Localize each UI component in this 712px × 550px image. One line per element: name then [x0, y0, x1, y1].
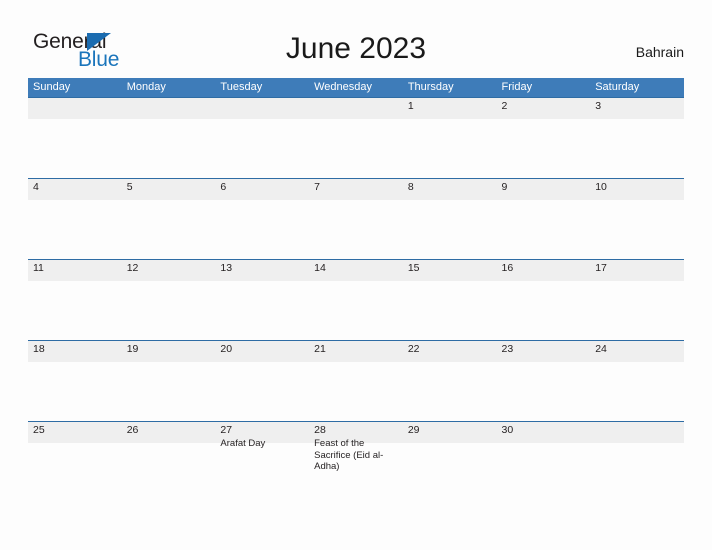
day-number: 26 — [126, 424, 139, 436]
calendar-grid: Sunday Monday Tuesday Wednesday Thursday… — [28, 78, 684, 507]
day-cell[interactable]: 24 — [590, 341, 684, 421]
day-number: 30 — [501, 424, 514, 436]
day-number: 16 — [501, 262, 514, 274]
day-number: 25 — [33, 424, 45, 436]
day-cell[interactable]: 6 — [215, 179, 309, 259]
day-number: 8 — [407, 181, 414, 193]
day-cell[interactable]: 28 Feast of the Sacrifice (Eid al-Adha) — [309, 422, 403, 507]
calendar-page: General Blue June 2023 Bahrain Sunday Mo… — [0, 0, 712, 550]
day-number — [220, 100, 305, 113]
day-number: 18 — [33, 343, 45, 355]
day-number: 11 — [33, 262, 44, 274]
day-number: 17 — [595, 262, 607, 274]
day-cell[interactable]: 11 — [28, 260, 122, 340]
day-cell[interactable]: 10 — [590, 179, 684, 259]
day-number — [314, 100, 399, 113]
day-number: 14 — [314, 262, 326, 274]
day-cell[interactable] — [122, 98, 216, 178]
weekday-header-saturday: Saturday — [595, 81, 640, 93]
day-number: 21 — [314, 343, 326, 355]
day-cell[interactable]: 25 — [28, 422, 122, 507]
day-cell[interactable]: 9 — [497, 179, 591, 259]
day-cell[interactable]: 22 — [403, 341, 497, 421]
day-number: 27 — [220, 424, 233, 436]
country-label: Bahrain — [635, 44, 684, 60]
day-event: Arafat Day — [220, 438, 266, 449]
day-number: 9 — [501, 181, 508, 193]
weekday-header-thursday: Thursday — [407, 81, 454, 93]
day-number — [595, 424, 680, 437]
day-cell[interactable]: 8 — [403, 179, 497, 259]
day-number: 24 — [595, 343, 607, 355]
day-number: 20 — [220, 343, 233, 355]
day-cell[interactable] — [590, 422, 684, 507]
day-number: 3 — [595, 100, 602, 112]
day-cell[interactable]: 7 — [309, 179, 403, 259]
day-number: 5 — [126, 181, 133, 193]
calendar-week-row: 4 5 6 7 8 9 10 — [28, 178, 684, 259]
page-title: June 2023 — [285, 32, 427, 65]
day-number: 23 — [501, 343, 514, 355]
day-cell[interactable]: 20 — [215, 341, 309, 421]
day-cell[interactable]: 16 — [497, 260, 591, 340]
day-cell[interactable]: 12 — [122, 260, 216, 340]
day-cell[interactable]: 21 — [309, 341, 403, 421]
day-number: 28 — [314, 424, 326, 436]
day-cell[interactable]: 3 — [590, 98, 684, 178]
day-number: 7 — [314, 181, 320, 193]
day-cell[interactable] — [28, 98, 122, 178]
day-number: 1 — [407, 100, 414, 112]
day-number: 4 — [33, 181, 39, 193]
day-cell[interactable]: 18 — [28, 341, 122, 421]
day-cell[interactable]: 19 — [122, 341, 216, 421]
day-cell[interactable]: 1 — [403, 98, 497, 178]
day-cell[interactable] — [215, 98, 309, 178]
day-cell[interactable]: 13 — [215, 260, 309, 340]
day-event: Feast of the Sacrifice (Eid al-Adha) — [314, 438, 384, 472]
day-number: 13 — [220, 262, 233, 274]
day-cell[interactable]: 5 — [122, 179, 216, 259]
day-number — [33, 100, 118, 113]
day-cell[interactable]: 30 — [497, 422, 591, 507]
calendar-week-row: 1 2 3 — [28, 97, 684, 178]
day-cell[interactable]: 17 — [590, 260, 684, 340]
day-number: 12 — [126, 262, 139, 274]
day-number — [127, 100, 212, 113]
day-number: 19 — [126, 343, 139, 355]
day-cell[interactable]: 27 Arafat Day — [215, 422, 309, 507]
day-number: 10 — [595, 181, 607, 193]
weekday-header-sunday: Sunday — [33, 81, 71, 93]
day-number: 29 — [407, 424, 420, 436]
weekday-header-tuesday: Tuesday — [220, 81, 263, 93]
day-cell[interactable]: 4 — [28, 179, 122, 259]
day-cell[interactable] — [309, 98, 403, 178]
day-cell[interactable]: 14 — [309, 260, 403, 340]
day-cell[interactable]: 15 — [403, 260, 497, 340]
day-cell[interactable]: 26 — [122, 422, 216, 507]
calendar-week-row: 11 12 13 14 15 16 17 — [28, 259, 684, 340]
day-cell[interactable]: 29 — [403, 422, 497, 507]
weekday-header-friday: Friday — [501, 81, 533, 93]
page-header: General Blue June 2023 Bahrain — [0, 0, 712, 76]
weekday-header-row: Sunday Monday Tuesday Wednesday Thursday… — [28, 78, 684, 97]
day-cell[interactable]: 23 — [497, 341, 591, 421]
calendar-week-row: 18 19 20 21 22 23 24 — [28, 340, 684, 421]
weekday-header-wednesday: Wednesday — [314, 81, 372, 93]
day-cell[interactable]: 2 — [497, 98, 591, 178]
day-number: 6 — [220, 181, 227, 193]
day-number: 2 — [501, 100, 508, 112]
weekday-header-monday: Monday — [126, 81, 166, 93]
day-number: 15 — [407, 262, 420, 274]
day-number: 22 — [407, 343, 420, 355]
calendar-week-row: 25 26 27 Arafat Day 28 Feast of the Sacrif… — [28, 421, 684, 507]
